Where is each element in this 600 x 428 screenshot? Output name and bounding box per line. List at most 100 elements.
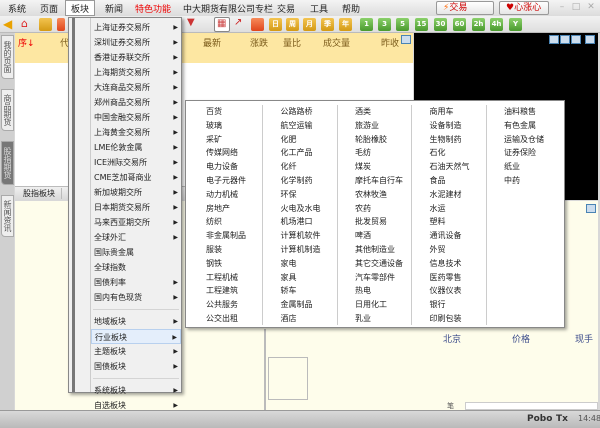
menu-item[interactable]: 国际贵金属 [93, 245, 181, 260]
menu-item[interactable]: 郑州商品交易所 ▶ [93, 95, 181, 110]
industry-item[interactable]: 银行 [414, 298, 486, 312]
industry-item[interactable]: 乳业 [339, 312, 411, 326]
industry-item[interactable]: 医药零售 [414, 271, 486, 285]
layout-icon[interactable] [571, 35, 581, 44]
industry-item[interactable]: 百货 [190, 105, 262, 119]
industry-item[interactable]: 油料粮售 [488, 105, 561, 119]
menu-item[interactable]: 行业板块 ▶ [91, 329, 181, 344]
industry-item[interactable]: 其他制造业 [339, 243, 411, 257]
menu-item[interactable]: 国债利率 ▶ [93, 275, 181, 290]
stock-icon[interactable] [39, 18, 52, 31]
industry-item[interactable]: 服装 [190, 243, 262, 257]
column-volume-ratio[interactable]: 量比 [283, 36, 301, 49]
menu-item[interactable]: 国内有色现货 ▶ [93, 290, 181, 305]
menu-item[interactable]: 马来西亚期交所 ▶ [93, 215, 181, 230]
minute-button-5[interactable]: 5 [396, 18, 409, 31]
industry-item[interactable]: 酒类 [339, 105, 411, 119]
industry-item[interactable]: 食品 [414, 174, 486, 188]
minute-button-4h[interactable]: 4h [490, 18, 503, 31]
industry-item[interactable]: 啤酒 [339, 229, 411, 243]
industry-item[interactable]: 金属制品 [265, 298, 337, 312]
industry-item[interactable]: 公共服务 [190, 298, 262, 312]
industry-item[interactable]: 水运 [414, 202, 486, 216]
menu-item[interactable]: CME芝加哥商业 ▶ [93, 170, 181, 185]
menu-item[interactable]: LME伦敦金属 ▶ [93, 140, 181, 155]
industry-item[interactable]: 农药 [339, 202, 411, 216]
maximize-panel-icon[interactable] [401, 35, 411, 44]
maximize-panel-icon[interactable] [585, 35, 595, 44]
side-tab-commodity-futures[interactable]: 商品期货 [1, 89, 14, 131]
side-tab-news[interactable]: 新闻资讯 [1, 195, 14, 237]
industry-item[interactable]: 环保 [265, 188, 337, 202]
layout-icon[interactable] [549, 35, 559, 44]
industry-item[interactable]: 外贸 [414, 243, 486, 257]
menu-system[interactable]: 系统 [8, 2, 26, 15]
column-prev-close[interactable]: 昨收 [381, 36, 399, 49]
menu-special[interactable]: 特色功能 [135, 2, 171, 15]
minute-button-2h[interactable]: 2h [472, 18, 485, 31]
industry-item[interactable]: 工程建筑 [190, 284, 262, 298]
home-icon[interactable]: ⌂ [21, 17, 28, 30]
menu-item[interactable]: 上海期货交易所 ▶ [93, 65, 181, 80]
industry-item[interactable]: 航空运输 [265, 119, 337, 133]
xinzhangxin-button[interactable]: ♥心涨心 [499, 1, 549, 15]
menu-item[interactable]: 主题板块 ▶ [93, 344, 181, 359]
layout-icon[interactable] [560, 35, 570, 44]
industry-item[interactable]: 轮胎橡胶 [339, 133, 411, 147]
industry-item[interactable]: 商用车 [414, 105, 486, 119]
industry-item[interactable]: 塑料 [414, 215, 486, 229]
period-button-realtime[interactable] [251, 18, 264, 31]
menu-item[interactable]: 国债板块 ▶ [93, 359, 181, 374]
back-arrow-icon[interactable]: ◀ [3, 17, 12, 31]
industry-item[interactable]: 房地产 [190, 202, 262, 216]
menu-item[interactable]: 全球外汇 ▶ [93, 230, 181, 245]
industry-item[interactable]: 火电及水电 [265, 202, 337, 216]
industry-item[interactable]: 计算机软件 [265, 229, 337, 243]
menu-item[interactable]: 深圳证券交易所 ▶ [93, 35, 181, 50]
industry-item[interactable]: 家具 [265, 271, 337, 285]
menu-item[interactable]: 中国金融交易所 ▶ [93, 110, 181, 125]
industry-item[interactable]: 中药 [488, 174, 561, 188]
minute-button-60[interactable]: 60 [453, 18, 466, 31]
industry-item[interactable]: 生物制药 [414, 133, 486, 147]
close-button[interactable]: ✕ [585, 2, 597, 12]
menu-item[interactable]: 自选板块 ▶ [93, 398, 181, 413]
industry-item[interactable]: 化工产品 [265, 146, 337, 160]
industry-item[interactable]: 化肥 [265, 133, 337, 147]
industry-item[interactable]: 石化 [414, 146, 486, 160]
industry-item[interactable]: 日用化工 [339, 298, 411, 312]
industry-item[interactable]: 动力机械 [190, 188, 262, 202]
industry-item[interactable]: 信息技术 [414, 257, 486, 271]
menu-news[interactable]: 新闻 [105, 2, 123, 15]
industry-item[interactable]: 非金属制品 [190, 229, 262, 243]
maximize-button[interactable]: □ [570, 2, 582, 12]
industry-item[interactable]: 公交出租 [190, 312, 262, 326]
industry-item[interactable]: 证券保险 [488, 146, 561, 160]
column-latest[interactable]: 最新 [203, 36, 221, 49]
industry-item[interactable]: 玻璃 [190, 119, 262, 133]
menu-item[interactable]: 系统板块 ▶ [93, 383, 181, 398]
minute-button-3[interactable]: 3 [378, 18, 391, 31]
industry-item[interactable]: 家电 [265, 257, 337, 271]
menu-item[interactable]: 地域板块 ▶ [93, 314, 181, 329]
menu-page[interactable]: 页面 [40, 2, 58, 15]
menu-help[interactable]: 帮助 [342, 2, 360, 15]
industry-item[interactable]: 通讯设备 [414, 229, 486, 243]
industry-item[interactable]: 摩托车自行车 [339, 174, 411, 188]
column-volume[interactable]: 成交量 [323, 36, 350, 49]
minute-button-15[interactable]: 15 [415, 18, 428, 31]
trade-button[interactable]: ⚡交易 [436, 1, 494, 15]
industry-item[interactable]: 印刷包装 [414, 312, 486, 326]
menu-company-column[interactable]: 中大期货有限公司专栏 [183, 2, 273, 15]
column-change[interactable]: 涨跌 [250, 36, 268, 49]
minute-button-30[interactable]: 30 [434, 18, 447, 31]
industry-item[interactable]: 煤炭 [339, 160, 411, 174]
menu-item[interactable]: 上海证券交易所 ▶ [93, 20, 181, 35]
industry-item[interactable]: 钢铁 [190, 257, 262, 271]
industry-item[interactable]: 轿车 [265, 284, 337, 298]
industry-item[interactable]: 工程机械 [190, 271, 262, 285]
industry-item[interactable]: 石油天然气 [414, 160, 486, 174]
period-button-year[interactable]: 年 [339, 18, 352, 31]
menu-item[interactable]: 上海黄金交易所 ▶ [93, 125, 181, 140]
menu-item[interactable]: 香港证券联交所 ▶ [93, 50, 181, 65]
